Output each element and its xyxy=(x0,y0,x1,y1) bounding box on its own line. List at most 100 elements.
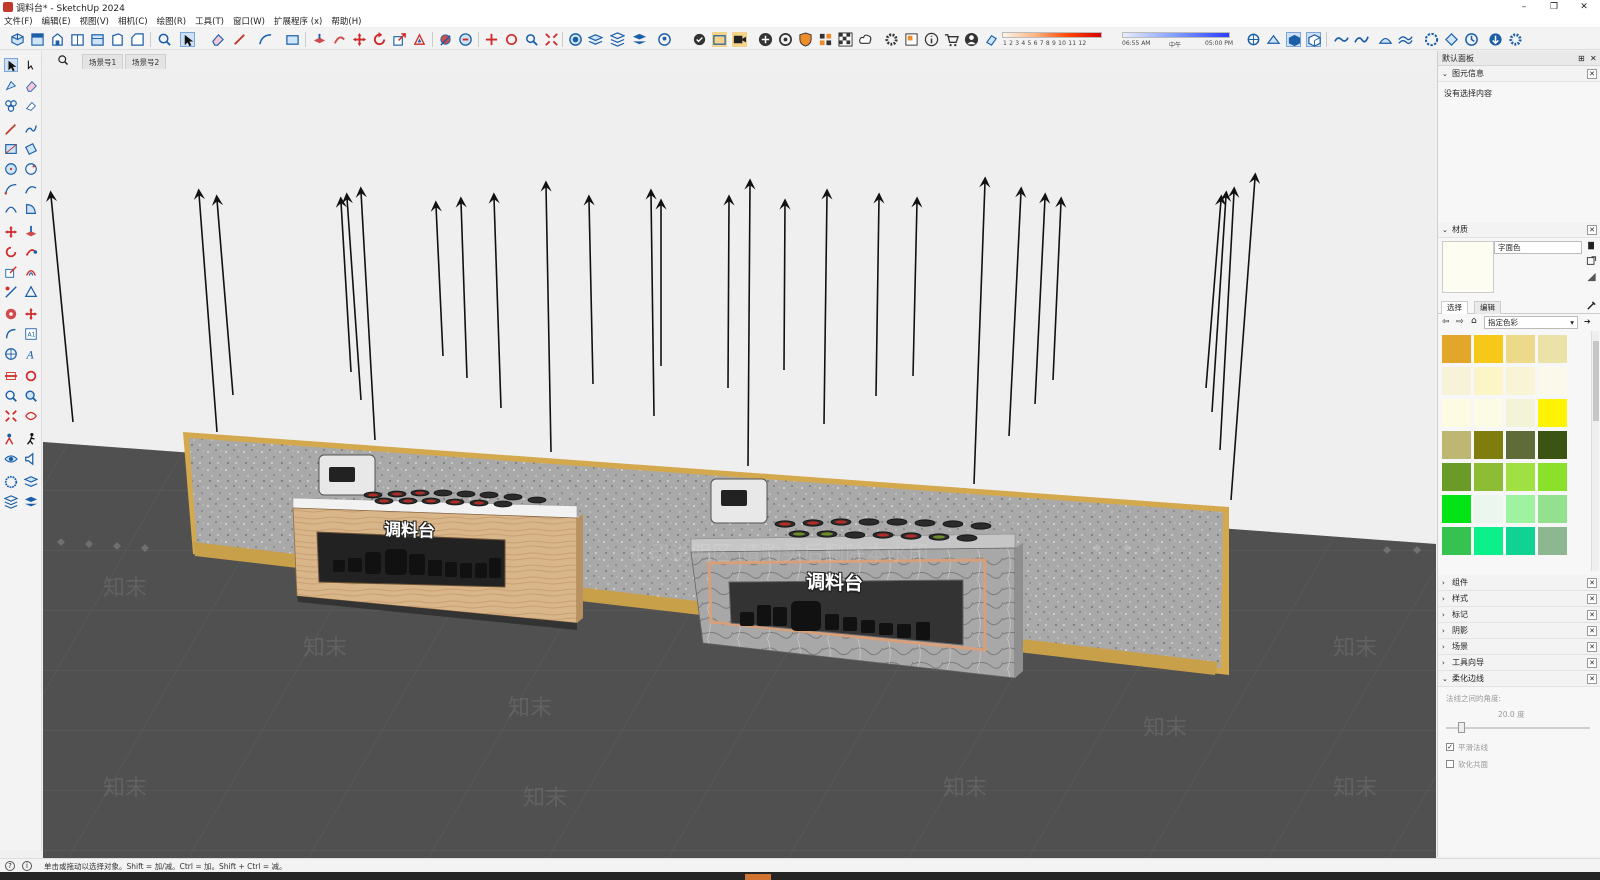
entity-info-header[interactable]: ⌄ 图元信息 ✕ xyxy=(1438,66,1600,82)
position-camera-icon[interactable] xyxy=(4,432,18,446)
text-icon[interactable] xyxy=(4,327,18,341)
menu-extensions[interactable]: 扩展程序 (x) xyxy=(274,15,322,27)
cloud-upload-icon[interactable] xyxy=(858,32,873,47)
menu-help[interactable]: 帮助(H) xyxy=(331,15,361,27)
layers-icon[interactable] xyxy=(588,32,603,47)
orbit-icon[interactable] xyxy=(504,32,519,47)
material-color-swatch[interactable] xyxy=(1474,399,1503,427)
move-icon[interactable] xyxy=(4,225,18,239)
tray-pin-icon[interactable]: ⊞ xyxy=(1578,51,1585,66)
paint-bucket-icon[interactable] xyxy=(458,32,473,47)
sandbox-stamp-icon[interactable] xyxy=(4,495,18,509)
tape-icon[interactable] xyxy=(4,285,18,299)
restore-button[interactable]: ❐ xyxy=(1540,0,1568,14)
material-color-swatch[interactable] xyxy=(1538,335,1567,363)
shadows-header[interactable]: › 阴影 ✕ xyxy=(1438,623,1600,639)
shadow-toggle-icon[interactable] xyxy=(984,32,999,47)
rotate-tool-icon[interactable] xyxy=(372,32,387,47)
dimension-icon[interactable] xyxy=(4,307,18,321)
move-tool-icon[interactable] xyxy=(352,32,367,47)
tape-measure-icon[interactable] xyxy=(438,32,453,47)
stamp-icon[interactable] xyxy=(1378,32,1393,47)
material-color-swatch[interactable] xyxy=(1506,495,1535,523)
camera-record-icon[interactable] xyxy=(732,32,747,47)
protractor-icon[interactable] xyxy=(24,285,38,299)
push-pull-icon[interactable] xyxy=(312,32,327,47)
eyedropper-icon[interactable] xyxy=(1586,300,1597,314)
material-color-swatch[interactable] xyxy=(1538,495,1567,523)
material-color-swatch[interactable] xyxy=(1474,527,1503,555)
zoom-tool-icon[interactable] xyxy=(4,389,18,403)
line-tool-icon[interactable] xyxy=(232,32,247,47)
close-icon[interactable]: ✕ xyxy=(1587,69,1597,79)
tab-select[interactable]: 选择 xyxy=(1441,301,1468,314)
arc-icon[interactable] xyxy=(4,182,18,196)
views-top-icon[interactable] xyxy=(30,32,45,47)
collection-select[interactable]: 指定色彩 ▾ xyxy=(1484,316,1578,329)
push-pull-tool-icon[interactable] xyxy=(24,225,38,239)
close-icon[interactable]: ✕ xyxy=(1587,642,1597,652)
tags-header[interactable]: › 标记 ✕ xyxy=(1438,607,1600,623)
tab-edit[interactable]: 编辑 xyxy=(1474,301,1501,314)
previous-view-icon[interactable] xyxy=(24,409,38,423)
scale-icon[interactable] xyxy=(4,265,18,279)
scale-tool-icon[interactable] xyxy=(392,32,407,47)
angle-slider-track[interactable] xyxy=(1446,727,1590,729)
smoove-icon[interactable] xyxy=(1354,32,1369,47)
rotate-icon[interactable] xyxy=(4,245,18,259)
material-color-swatch[interactable] xyxy=(1506,367,1535,395)
add-circle-icon[interactable] xyxy=(758,32,773,47)
solid-subtract-icon[interactable] xyxy=(1488,32,1503,47)
two-point-arc-icon[interactable] xyxy=(24,182,38,196)
orbit-tool-icon[interactable] xyxy=(24,369,38,383)
shadow-date-slider[interactable] xyxy=(1002,32,1102,38)
sandbox-contours-icon[interactable] xyxy=(4,475,18,489)
offset-icon[interactable] xyxy=(24,265,38,279)
follow-me-tool-icon[interactable] xyxy=(24,245,38,259)
material-color-swatch[interactable] xyxy=(1442,463,1471,491)
account-icon[interactable] xyxy=(657,32,672,47)
palette-scrollbar[interactable] xyxy=(1591,331,1599,571)
material-color-swatch[interactable] xyxy=(1442,335,1471,363)
rectangle-icon[interactable] xyxy=(4,142,18,156)
zoom-extents-tool-icon[interactable] xyxy=(4,409,18,423)
3d-viewport[interactable]: 调料台 调料台 水印说明区 请购买后删除本水印 知末 知末 知末 知末 知末 知… xyxy=(43,70,1436,858)
soften-edges-header[interactable]: ⌄ 柔化边线 ✕ xyxy=(1438,671,1600,687)
material-color-swatch[interactable] xyxy=(1538,367,1567,395)
pan-icon[interactable] xyxy=(524,32,539,47)
paint-icon[interactable] xyxy=(4,79,18,93)
material-color-swatch[interactable] xyxy=(1538,527,1567,555)
user-avatar-icon[interactable] xyxy=(964,32,979,47)
close-icon[interactable]: ✕ xyxy=(1587,674,1597,684)
make-component-icon[interactable] xyxy=(4,99,18,113)
material-color-swatch[interactable] xyxy=(1506,399,1535,427)
material-color-swatch[interactable] xyxy=(1538,463,1567,491)
arc-tool-icon[interactable] xyxy=(258,32,273,47)
material-color-swatch[interactable] xyxy=(1474,367,1503,395)
close-icon[interactable]: ✕ xyxy=(1587,578,1597,588)
select-arrow-icon[interactable] xyxy=(4,58,18,72)
erase-icon[interactable] xyxy=(24,99,38,113)
materials-header[interactable]: ⌄ 材质 ✕ xyxy=(1438,222,1600,238)
material-color-swatch[interactable] xyxy=(1442,431,1471,459)
select-tool-icon[interactable] xyxy=(180,32,195,47)
solid-intersect-icon[interactable] xyxy=(1444,32,1459,47)
tray-close-icon[interactable]: ✕ xyxy=(1590,51,1597,66)
settings-icon[interactable] xyxy=(884,32,899,47)
shaded-style-icon[interactable] xyxy=(1286,32,1301,47)
close-icon[interactable]: ✕ xyxy=(1587,626,1597,636)
material-color-swatch[interactable] xyxy=(1442,399,1471,427)
material-color-swatch[interactable] xyxy=(1538,431,1567,459)
menu-window[interactable]: 窗口(W) xyxy=(233,15,265,27)
material-color-swatch[interactable] xyxy=(1538,399,1567,427)
look-around-icon[interactable] xyxy=(4,452,18,466)
3d-text-icon[interactable]: A1 xyxy=(24,327,38,341)
scenes-header[interactable]: › 场景 ✕ xyxy=(1438,639,1600,655)
component-icon[interactable] xyxy=(818,32,833,47)
texture-checker-icon[interactable] xyxy=(838,32,853,47)
components-header[interactable]: › 组件 ✕ xyxy=(1438,575,1600,591)
close-icon[interactable]: ✕ xyxy=(1587,225,1597,235)
material-swatch[interactable] xyxy=(1442,241,1494,293)
material-color-swatch[interactable] xyxy=(1506,431,1535,459)
close-button[interactable]: ✕ xyxy=(1570,0,1598,14)
